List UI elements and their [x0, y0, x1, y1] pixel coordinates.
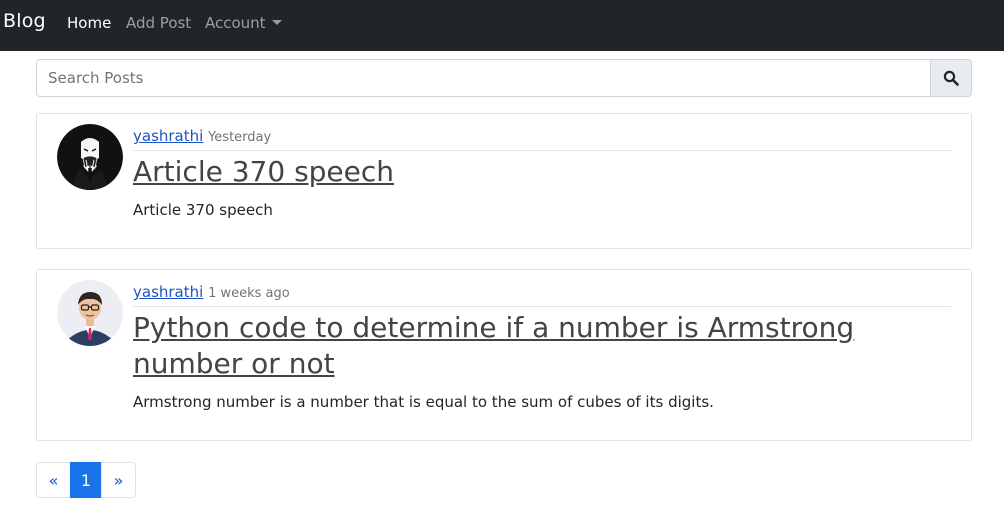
- avatar[interactable]: [57, 280, 123, 346]
- avatar-suit-figure-icon: [57, 124, 123, 190]
- pagination: « 1 »: [36, 462, 136, 498]
- caret-down-icon: [271, 20, 282, 25]
- avatar[interactable]: [57, 124, 123, 190]
- pagination-next-button[interactable]: »: [101, 462, 136, 498]
- post-title[interactable]: Python code to determine if a number is …: [133, 310, 951, 382]
- navbar: Blog Home Add Post Account: [0, 0, 1004, 51]
- post-meta: yashrathi Yesterday: [133, 127, 951, 151]
- post-card: yashrathi 1 weeks ago Python code to det…: [36, 269, 972, 441]
- post-date: Yesterday: [208, 130, 272, 145]
- avatar-cartoon-man-icon: [57, 280, 123, 346]
- nav-account-label: Account: [205, 14, 266, 32]
- post-meta: yashrathi 1 weeks ago: [133, 283, 951, 307]
- nav-home[interactable]: Home: [67, 14, 111, 32]
- author-link[interactable]: yashrathi: [133, 127, 203, 145]
- post-date: 1 weeks ago: [208, 286, 290, 301]
- nav-account-dropdown[interactable]: Account: [205, 14, 282, 32]
- nav-add-post[interactable]: Add Post: [126, 14, 191, 32]
- search-icon: [943, 70, 959, 86]
- brand-logo[interactable]: Blog: [3, 10, 46, 32]
- search-input[interactable]: [36, 59, 930, 97]
- pagination-prev-button[interactable]: «: [36, 462, 71, 498]
- post-excerpt: Article 370 speech: [133, 201, 273, 219]
- post-title[interactable]: Article 370 speech: [133, 154, 951, 190]
- post-excerpt: Armstrong number is a number that is equ…: [133, 393, 714, 411]
- search-form: [36, 59, 972, 97]
- search-button[interactable]: [930, 59, 972, 97]
- post-card: yashrathi Yesterday Article 370 speech A…: [36, 113, 972, 249]
- author-link[interactable]: yashrathi: [133, 283, 203, 301]
- pagination-page-1[interactable]: 1: [70, 462, 102, 498]
